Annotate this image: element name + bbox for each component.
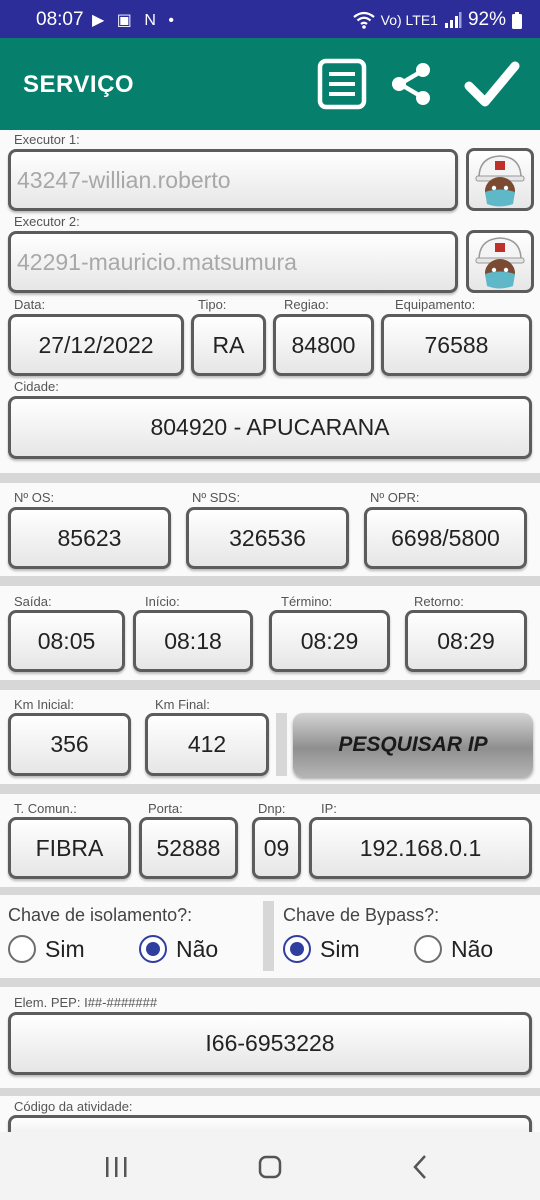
t-comun-label: T. Comun.: — [14, 801, 77, 816]
inicio-field[interactable]: 08:18 — [133, 610, 253, 672]
km-inicial-field[interactable]: 356 — [8, 713, 131, 776]
regiao-field[interactable]: 84800 — [273, 314, 374, 376]
equipamento-label: Equipamento: — [395, 297, 476, 312]
share-icon — [392, 63, 430, 105]
back-button[interactable] — [400, 1150, 440, 1184]
recent-apps-icon — [106, 1157, 127, 1177]
saida-label: Saída: — [14, 594, 52, 609]
cidade-label: Cidade: — [14, 379, 59, 394]
porta-label: Porta: — [148, 801, 183, 816]
radio-unchecked-icon — [8, 935, 36, 963]
executor1-avatar[interactable] — [466, 148, 534, 211]
bypass-nao-radio[interactable]: Não — [414, 935, 493, 963]
isolamento-question: Chave de isolamento?: — [8, 905, 193, 925]
inicio-label: Início: — [145, 594, 180, 609]
bypass-question: Chave de Bypass?: — [283, 905, 440, 925]
cidade-field[interactable]: 804920 - APUCARANA — [8, 396, 532, 459]
km-inicial-label: Km Inicial: — [14, 697, 74, 712]
elem-pep-label: Elem. PEP: I##-####### — [14, 995, 158, 1010]
navigation-bar — [0, 1132, 540, 1200]
sds-field[interactable]: 326536 — [186, 507, 349, 569]
divider — [0, 473, 540, 483]
radio-checked-icon — [139, 935, 167, 963]
km-final-field[interactable]: 412 — [145, 713, 269, 776]
bypass-nao-label: Não — [451, 935, 494, 962]
divider — [0, 576, 540, 586]
tipo-label: Tipo: — [198, 297, 227, 312]
equipamento-field[interactable]: 76588 — [381, 314, 532, 376]
battery-icon — [512, 11, 522, 29]
isolamento-sim-label: Sim — [45, 935, 85, 962]
bypass-sim-label: Sim — [320, 935, 360, 962]
isolamento-nao-radio[interactable]: Não — [139, 935, 218, 963]
t-comun-field[interactable]: FIBRA — [8, 817, 131, 879]
confirm-button[interactable] — [464, 58, 520, 110]
home-icon — [258, 1155, 282, 1179]
data-field[interactable]: 27/12/2022 — [8, 314, 184, 376]
executor2-label: Executor 2: — [14, 214, 80, 229]
app-bar: SERVIÇO — [0, 38, 540, 130]
saida-field[interactable]: 08:05 — [8, 610, 125, 672]
executor1-label: Executor 1: — [14, 132, 80, 147]
termino-field[interactable]: 08:29 — [269, 610, 390, 672]
wifi-icon — [352, 11, 375, 29]
worker-avatar-icon — [475, 237, 525, 289]
divider — [0, 680, 540, 690]
executor2-field[interactable]: 42291-mauricio.matsumura — [8, 231, 458, 293]
isolamento-nao-label: Não — [176, 935, 219, 962]
isolamento-sim-radio[interactable]: Sim — [8, 935, 85, 963]
signal-icon — [444, 12, 462, 28]
list-icon — [317, 58, 367, 110]
elem-pep-field[interactable]: I66-6953228 — [8, 1012, 532, 1075]
ip-field[interactable]: 192.168.0.1 — [309, 817, 532, 879]
divider — [0, 887, 540, 895]
dnp-label: Dnp: — [258, 801, 286, 816]
notification-icons: ▶ ▣ N • — [92, 12, 178, 29]
list-button[interactable] — [316, 58, 368, 110]
radio-unchecked-icon — [414, 935, 442, 963]
checkmark-icon — [464, 61, 520, 107]
worker-avatar-icon — [475, 155, 525, 207]
radio-checked-icon — [283, 935, 311, 963]
home-button[interactable] — [250, 1150, 290, 1184]
km-final-label: Km Final: — [155, 697, 210, 712]
divider — [0, 978, 540, 987]
sds-label: Nº SDS: — [192, 490, 241, 505]
status-bar: 08:07 ▶ ▣ N • Vo) LTE1 92% — [0, 0, 540, 38]
regiao-label: Regiao: — [284, 297, 329, 312]
executor1-field[interactable]: 43247-willian.roberto — [8, 149, 458, 211]
divider — [0, 1088, 540, 1096]
retorno-label: Retorno: — [414, 594, 464, 609]
vertical-separator — [263, 901, 274, 971]
executor2-avatar[interactable] — [466, 230, 534, 293]
codigo-atividade-label: Código da atividade: — [14, 1099, 133, 1114]
divider — [0, 784, 540, 794]
tipo-field[interactable]: RA — [191, 314, 266, 376]
network-label: Vo) LTE1 — [380, 12, 438, 28]
status-time: 08:07 — [36, 9, 84, 30]
retorno-field[interactable]: 08:29 — [405, 610, 527, 672]
recent-apps-button[interactable] — [97, 1150, 137, 1184]
porta-field[interactable]: 52888 — [139, 817, 238, 879]
back-icon — [413, 1155, 426, 1179]
os-label: Nº OS: — [14, 490, 55, 505]
dnp-field[interactable]: 09 — [252, 817, 301, 879]
termino-label: Término: — [281, 594, 333, 609]
status-right: Vo) LTE1 92% — [352, 9, 522, 31]
bypass-sim-radio[interactable]: Sim — [283, 935, 360, 963]
page-title: SERVIÇO — [23, 71, 135, 98]
ip-label: IP: — [321, 801, 337, 816]
os-field[interactable]: 85623 — [8, 507, 171, 569]
pesquisar-ip-button[interactable]: PESQUISAR IP — [293, 713, 533, 777]
opr-label: Nº OPR: — [370, 490, 420, 505]
data-label: Data: — [14, 297, 46, 312]
battery-level: 92% — [467, 9, 506, 30]
opr-field[interactable]: 6698/5800 — [364, 507, 527, 569]
share-button[interactable] — [386, 58, 438, 110]
vertical-separator — [276, 713, 287, 776]
